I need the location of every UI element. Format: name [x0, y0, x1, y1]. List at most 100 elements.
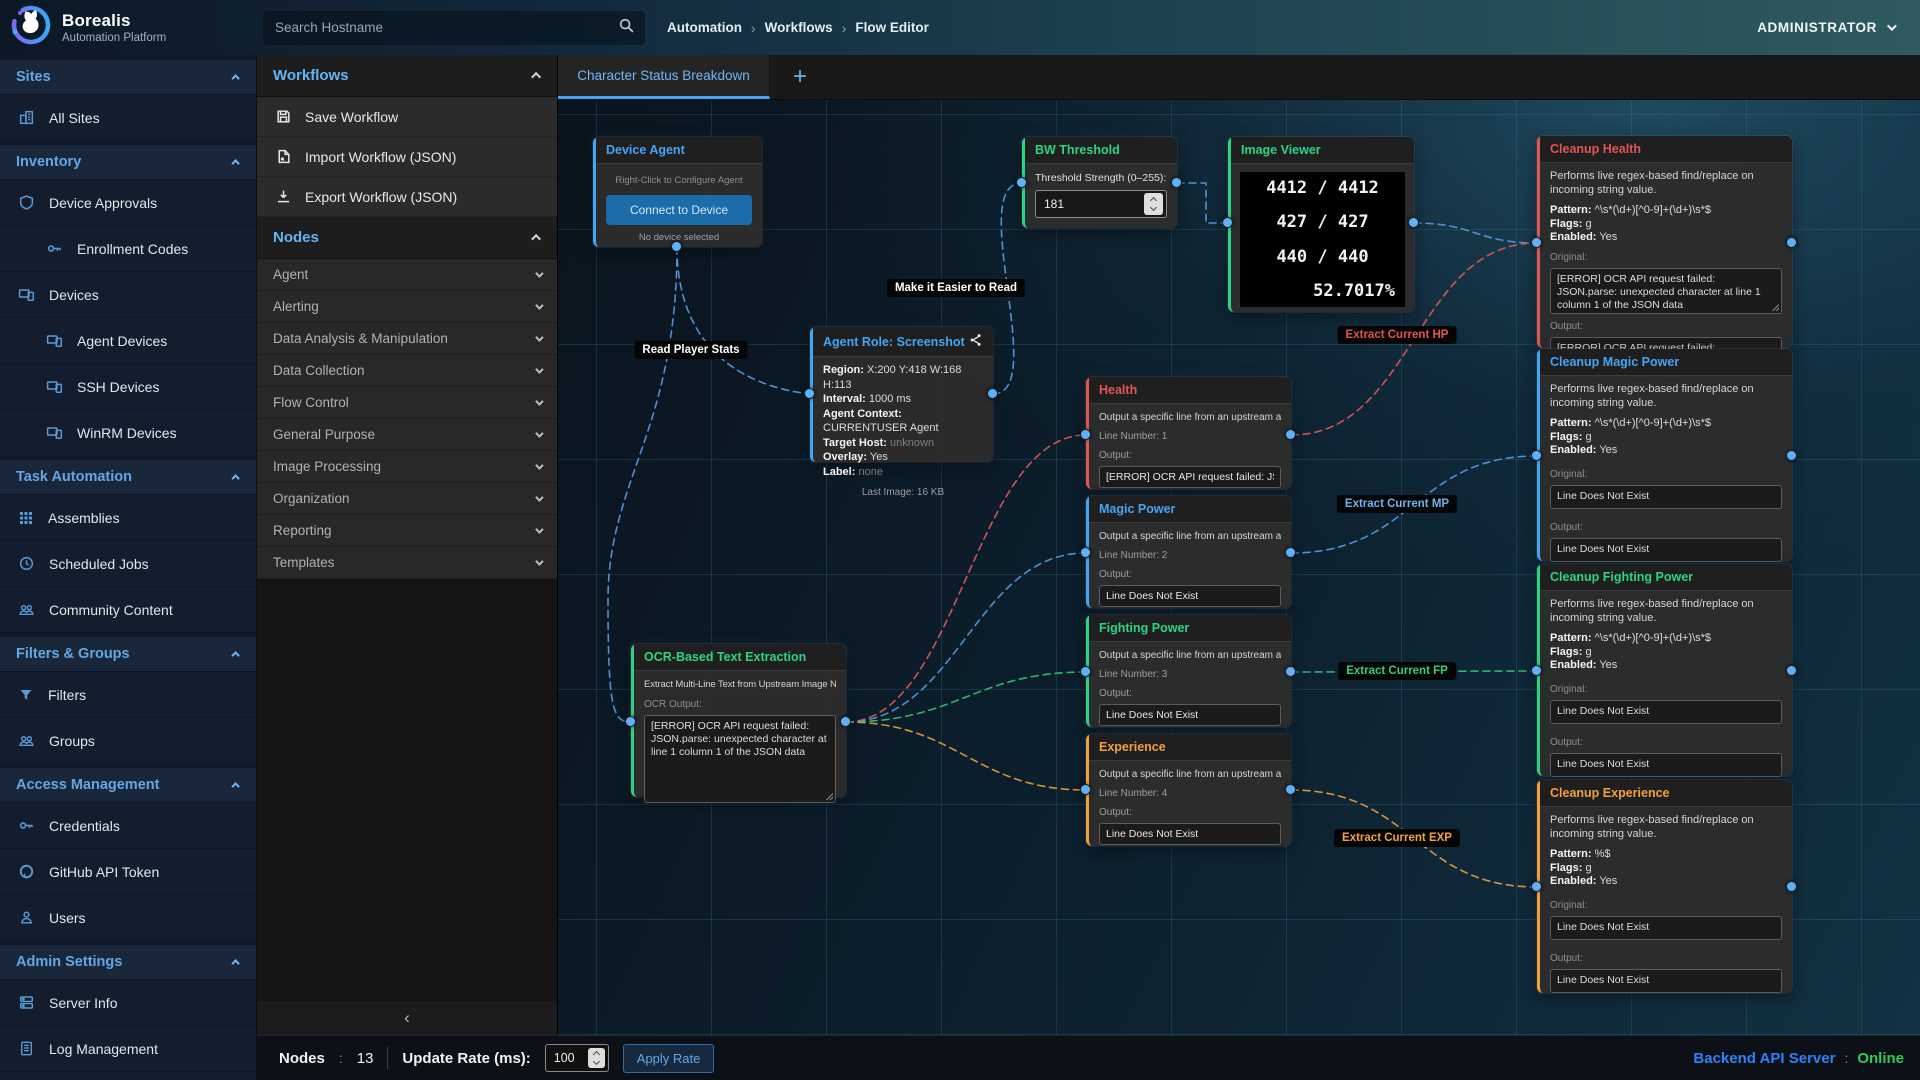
handle-bw-threshold-out[interactable] — [1171, 177, 1182, 188]
node-category-agent[interactable]: Agent — [257, 259, 557, 291]
node-bw-threshold[interactable]: BW Threshold Threshold Strength (0–255): — [1022, 137, 1177, 228]
handle-agent-role-in[interactable] — [804, 388, 815, 399]
sidebar-item-groups[interactable]: Groups — [0, 717, 256, 763]
search-icon[interactable] — [618, 17, 635, 39]
node-cleanup-magic-power[interactable]: Cleanup Magic Power Performs live regex-… — [1537, 349, 1792, 561]
sidebar-section-task-automation[interactable]: Task Automation — [0, 460, 256, 494]
handle-agent-role-out[interactable] — [987, 388, 998, 399]
breadcrumb-flow-editor[interactable]: Flow Editor — [855, 20, 929, 35]
handle-cleanup-experience-out[interactable] — [1786, 881, 1797, 892]
import-workflow-button[interactable]: Import Workflow (JSON) — [257, 137, 557, 177]
original-textarea[interactable]: Line Does Not Exist — [1550, 485, 1782, 509]
update-rate-input[interactable] — [554, 1051, 588, 1065]
sidebar-item-all-sites[interactable]: All Sites — [0, 94, 256, 140]
sidebar-item-community-content[interactable]: Community Content — [0, 586, 256, 632]
handle-image-viewer-in[interactable] — [1222, 217, 1233, 228]
edge-bw-threshold-to-image-viewer[interactable] — [1177, 183, 1228, 223]
output-field[interactable] — [1099, 466, 1281, 488]
export-workflow-button[interactable]: Export Workflow (JSON) — [257, 177, 557, 217]
sidebar-item-filters[interactable]: Filters — [0, 671, 256, 717]
connect-to-device-button[interactable]: Connect to Device — [606, 195, 752, 225]
sidebar-item-assemblies[interactable]: Assemblies — [0, 494, 256, 540]
handle-fighting-in[interactable] — [1080, 666, 1091, 677]
handle-bw-threshold-in[interactable] — [1016, 177, 1027, 188]
handle-cleanup-health-out[interactable] — [1786, 237, 1797, 248]
edge-label-extract-current-hp[interactable]: Extract Current HP — [1338, 326, 1457, 344]
nodes-section-header[interactable]: Nodes — [257, 217, 557, 259]
breadcrumb-workflows[interactable]: Workflows — [765, 20, 833, 35]
handle-magic-out[interactable] — [1285, 547, 1296, 558]
handle-cleanup-fighting-out[interactable] — [1786, 665, 1797, 676]
number-stepper[interactable] — [1144, 193, 1163, 215]
ocr-output-textarea[interactable]: [ERROR] OCR API request failed: JSON.par… — [644, 715, 836, 803]
sidebar-item-scheduled-jobs[interactable]: Scheduled Jobs — [0, 540, 256, 586]
handle-ocr-out[interactable] — [840, 716, 851, 727]
handle-experience-out[interactable] — [1285, 784, 1296, 795]
edge-ocr-to-experience[interactable] — [846, 722, 1086, 790]
original-textarea[interactable]: [ERROR] OCR API request failed: JSON.par… — [1550, 268, 1782, 314]
output-textarea[interactable]: Line Does Not Exist — [1550, 753, 1782, 777]
sidebar-item-device-approvals[interactable]: Device Approvals — [0, 179, 256, 225]
sidebar-item-winrm-devices[interactable]: WinRM Devices — [0, 409, 256, 455]
flow-canvas[interactable]: Read Player Stats Make it Easier to Read… — [558, 100, 1920, 1035]
output-field[interactable] — [1099, 823, 1281, 845]
sidebar-item-devices[interactable]: Devices — [0, 271, 256, 317]
node-category-data-analysis[interactable]: Data Analysis & Manipulation — [257, 323, 557, 355]
node-category-data-collection[interactable]: Data Collection — [257, 355, 557, 387]
node-cleanup-experience[interactable]: Cleanup Experience Performs live regex-b… — [1537, 780, 1792, 993]
handle-fighting-out[interactable] — [1285, 666, 1296, 677]
node-category-image-processing[interactable]: Image Processing — [257, 451, 557, 483]
sidebar-section-admin-settings[interactable]: Admin Settings — [0, 945, 256, 979]
handle-health-in[interactable] — [1080, 429, 1091, 440]
node-fighting-power[interactable]: Fighting Power Output a specific line fr… — [1086, 615, 1291, 727]
handle-health-out[interactable] — [1285, 429, 1296, 440]
resize-grip-icon[interactable] — [1771, 303, 1779, 311]
save-workflow-button[interactable]: Save Workflow — [257, 97, 557, 137]
sidebar-item-log-management[interactable]: Log Management — [0, 1025, 256, 1071]
handle-image-viewer-out[interactable] — [1408, 217, 1419, 228]
user-menu[interactable]: ADMINISTRATOR — [1757, 20, 1894, 35]
panel-collapse-button[interactable]: ‹ — [257, 1001, 557, 1035]
tab-character-status-breakdown[interactable]: Character Status Breakdown — [558, 55, 770, 99]
node-cleanup-fighting-power[interactable]: Cleanup Fighting Power Performs live reg… — [1537, 564, 1792, 776]
handle-experience-in[interactable] — [1080, 784, 1091, 795]
original-textarea[interactable]: Line Does Not Exist — [1550, 700, 1782, 724]
sidebar-item-enrollment-codes[interactable]: Enrollment Codes — [0, 225, 256, 271]
sidebar-item-users[interactable]: Users — [0, 894, 256, 940]
search-input[interactable] — [275, 20, 618, 35]
sidebar-section-filters-groups[interactable]: Filters & Groups — [0, 637, 256, 671]
output-textarea[interactable]: Line Does Not Exist — [1550, 969, 1782, 993]
node-agent-role-screenshot[interactable]: Agent Role: Screenshot Region: X:200 Y:4… — [810, 327, 993, 462]
sidebar-item-server-info[interactable]: Server Info — [0, 979, 256, 1025]
node-cleanup-health[interactable]: Cleanup Health Performs live regex-based… — [1537, 136, 1792, 348]
sidebar-item-github-api-token[interactable]: GitHub API Token — [0, 848, 256, 894]
edge-label-read-player-stats[interactable]: Read Player Stats — [634, 341, 747, 359]
output-textarea[interactable]: Line Does Not Exist — [1550, 538, 1782, 562]
edge-label-extract-current-mp[interactable]: Extract Current MP — [1337, 495, 1457, 513]
threshold-input[interactable] — [1044, 197, 1144, 211]
number-stepper[interactable] — [588, 1048, 605, 1068]
node-experience[interactable]: Experience Output a specific line from a… — [1086, 734, 1291, 846]
resize-grip-icon[interactable] — [825, 792, 833, 800]
edge-device-agent-to-agent-role[interactable] — [677, 247, 810, 394]
node-device-agent[interactable]: Device Agent Right-Click to Configure Ag… — [593, 137, 762, 247]
output-field[interactable] — [1099, 585, 1281, 607]
handle-cleanup-magic-out[interactable] — [1786, 450, 1797, 461]
add-tab-button[interactable]: + — [770, 55, 830, 99]
node-category-alerting[interactable]: Alerting — [257, 291, 557, 323]
sidebar-section-sites[interactable]: Sites — [0, 60, 256, 94]
hostname-search[interactable] — [263, 11, 645, 45]
edge-label-extract-current-exp[interactable]: Extract Current EXP — [1334, 829, 1460, 847]
node-category-general-purpose[interactable]: General Purpose — [257, 419, 557, 451]
handle-ocr-in[interactable] — [625, 716, 636, 727]
sidebar-item-ssh-devices[interactable]: SSH Devices — [0, 363, 256, 409]
sidebar-item-agent-devices[interactable]: Agent Devices — [0, 317, 256, 363]
node-health[interactable]: Health Output a specific line from an up… — [1086, 377, 1291, 489]
node-image-viewer[interactable]: Image Viewer 4412 / 4412 427 / 427 440 /… — [1228, 137, 1414, 312]
share-icon[interactable] — [969, 333, 983, 350]
original-textarea[interactable]: Line Does Not Exist — [1550, 916, 1782, 940]
node-ocr-text-extraction[interactable]: OCR-Based Text Extraction Extract Multi-… — [631, 644, 846, 797]
apply-rate-button[interactable]: Apply Rate — [623, 1044, 715, 1073]
sidebar-section-inventory[interactable]: Inventory — [0, 145, 256, 179]
handle-magic-in[interactable] — [1080, 547, 1091, 558]
